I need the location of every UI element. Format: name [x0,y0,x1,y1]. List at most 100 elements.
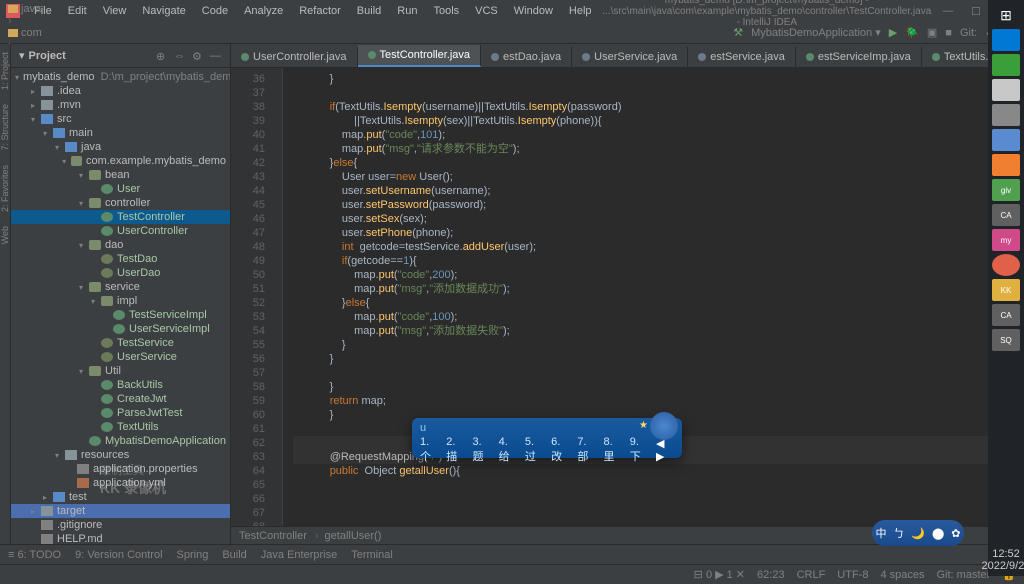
bottom-tab[interactable]: Build [222,549,246,561]
stop-button[interactable]: ■ [945,27,952,39]
run-button[interactable]: ▶ [889,26,897,39]
taskbar-app-4[interactable] [992,104,1020,126]
tree-item[interactable]: TestServiceImpl [11,308,230,322]
ime-floating-bar[interactable]: 中 ㄅ 🌙 ⬤ ✿ [872,520,964,546]
tree-item[interactable]: BackUtils [11,378,230,392]
project-tool-tab[interactable]: 1: Project [0,48,10,94]
taskbar-app-1[interactable] [992,29,1020,51]
menu-run[interactable]: Run [389,5,425,17]
bottom-tab[interactable]: Terminal [351,549,393,561]
taskbar-app-13[interactable]: SQ [992,329,1020,351]
bottom-tab[interactable]: ≡ 6: TODO [8,549,61,561]
event-log-icon[interactable]: ⊟ 0 ▶ 1 ✕ [694,568,745,581]
tree-item[interactable]: CreateJwt [11,392,230,406]
tree-item[interactable]: ▾service [11,280,230,294]
tree-item[interactable]: ▸.mvn [11,98,230,112]
windows-taskbar[interactable]: ⊞ giv CA my KK CA SQ 12:52 2022/9/29 [988,0,1024,576]
ime-candidate[interactable]: 8.里 [604,436,622,464]
ime-candidate-popup[interactable]: u 1.个2.描3.题4.给5.过6.改7.部8.里9.下◀ ▶ ★ [412,418,682,458]
menu-help[interactable]: Help [561,5,600,17]
tree-item[interactable]: TestService [11,336,230,350]
tree-item[interactable]: TestDao [11,252,230,266]
tree-item[interactable]: ▾com.example.mybatis_demo [11,154,230,168]
tree-item[interactable]: ▾resources [11,448,230,462]
ime-candidate[interactable]: 5.过 [525,436,543,464]
tree-item[interactable]: ▸target [11,504,230,518]
ime-candidate[interactable]: 1.个 [420,436,438,464]
tree-item[interactable]: ▾java [11,140,230,154]
project-hide-icon[interactable]: — [210,50,222,62]
project-arrow-icon[interactable]: ▾ [19,49,25,62]
menu-refactor[interactable]: Refactor [291,5,349,17]
bottom-tab[interactable]: 9: Version Control [75,549,162,561]
build-icon[interactable]: ⚒ [733,26,743,39]
menu-vcs[interactable]: VCS [467,5,506,17]
menu-code[interactable]: Code [194,5,236,17]
breadcrumb-item[interactable]: com [8,27,93,39]
tree-item[interactable]: ▾Util [11,364,230,378]
menu-analyze[interactable]: Analyze [236,5,291,17]
coverage-button[interactable]: ▣ [927,26,937,39]
editor-tab[interactable]: estDao.java [481,47,572,67]
project-collapse-icon[interactable]: ⇔ [174,50,186,62]
menu-tools[interactable]: Tools [425,5,467,17]
tree-item[interactable]: User [11,182,230,196]
taskbar-app-12[interactable]: CA [992,304,1020,326]
tree-item[interactable]: ▾main [11,126,230,140]
taskbar-app-3[interactable] [992,79,1020,101]
ime-candidate[interactable]: 7.部 [577,436,595,464]
taskbar-app-10[interactable] [992,254,1020,276]
taskbar-app-5[interactable] [992,129,1020,151]
bottom-tab[interactable]: Java Enterprise [261,549,337,561]
system-clock[interactable]: 12:52 2022/9/29 [982,544,1024,576]
tree-item[interactable]: ▾impl [11,294,230,308]
breadcrumb-item[interactable]: java [8,3,93,15]
taskbar-app-7[interactable]: giv [992,179,1020,201]
bottom-tab[interactable]: Spring [177,549,209,561]
taskbar-app-9[interactable]: my [992,229,1020,251]
menu-window[interactable]: Window [506,5,561,17]
breadcrumb-class[interactable]: TestController [239,530,307,542]
menu-navigate[interactable]: Navigate [134,5,193,17]
editor-tab[interactable]: UserService.java [572,47,688,67]
tree-item[interactable]: ▾mybatis_demoD:\m_project\mybatis_demo [11,70,230,84]
file-encoding[interactable]: UTF-8 [837,569,868,581]
ime-nav[interactable]: ◀ ▶ [656,437,674,463]
tree-item[interactable]: ▸test [11,490,230,504]
web-tool-tab[interactable]: Web [0,222,10,248]
tree-item[interactable]: ParseJwtTest [11,406,230,420]
start-button[interactable]: ⊞ [992,4,1020,26]
tree-item[interactable]: ▾bean [11,168,230,182]
ime-candidate[interactable]: 4.给 [499,436,517,464]
minimize-button[interactable]: — [934,5,962,17]
tree-item[interactable]: TestController [11,210,230,224]
tree-item[interactable]: ▾src [11,112,230,126]
debug-button[interactable]: 🪲 [905,26,919,39]
menu-view[interactable]: View [95,5,135,17]
tree-item[interactable]: UserController [11,224,230,238]
tree-item[interactable]: application.properties [11,462,230,476]
tree-item[interactable]: TextUtils [11,420,230,434]
tree-item[interactable]: ▸.idea [11,84,230,98]
ime-candidate[interactable]: 2.描 [446,436,464,464]
taskbar-app-2[interactable] [992,54,1020,76]
editor-tab[interactable]: estServiceImp.java [796,47,922,67]
tree-item[interactable]: HELP.md [11,532,230,544]
ime-candidate[interactable]: 9.下 [630,436,648,464]
project-settings-icon[interactable]: ⚙ [192,50,204,62]
ime-candidate[interactable]: 3.题 [472,436,490,464]
taskbar-app-8[interactable]: CA [992,204,1020,226]
editor-tab[interactable]: estService.java [688,47,796,67]
run-config-selector[interactable]: MybatisDemoApplication ▾ [751,26,881,39]
menu-build[interactable]: Build [349,5,389,17]
breadcrumb-method[interactable]: getallUser() [325,530,382,542]
taskbar-app-11[interactable]: KK [992,279,1020,301]
tree-item[interactable]: UserServiceImpl [11,322,230,336]
indent-info[interactable]: 4 spaces [880,569,924,581]
taskbar-app-6[interactable] [992,154,1020,176]
tree-item[interactable]: ▾dao [11,238,230,252]
tree-item[interactable]: UserService [11,350,230,364]
editor-tab[interactable]: TestController.java [358,45,482,67]
favorites-tool-tab[interactable]: 2: Favorites [0,161,10,216]
tree-item[interactable]: UserDao [11,266,230,280]
